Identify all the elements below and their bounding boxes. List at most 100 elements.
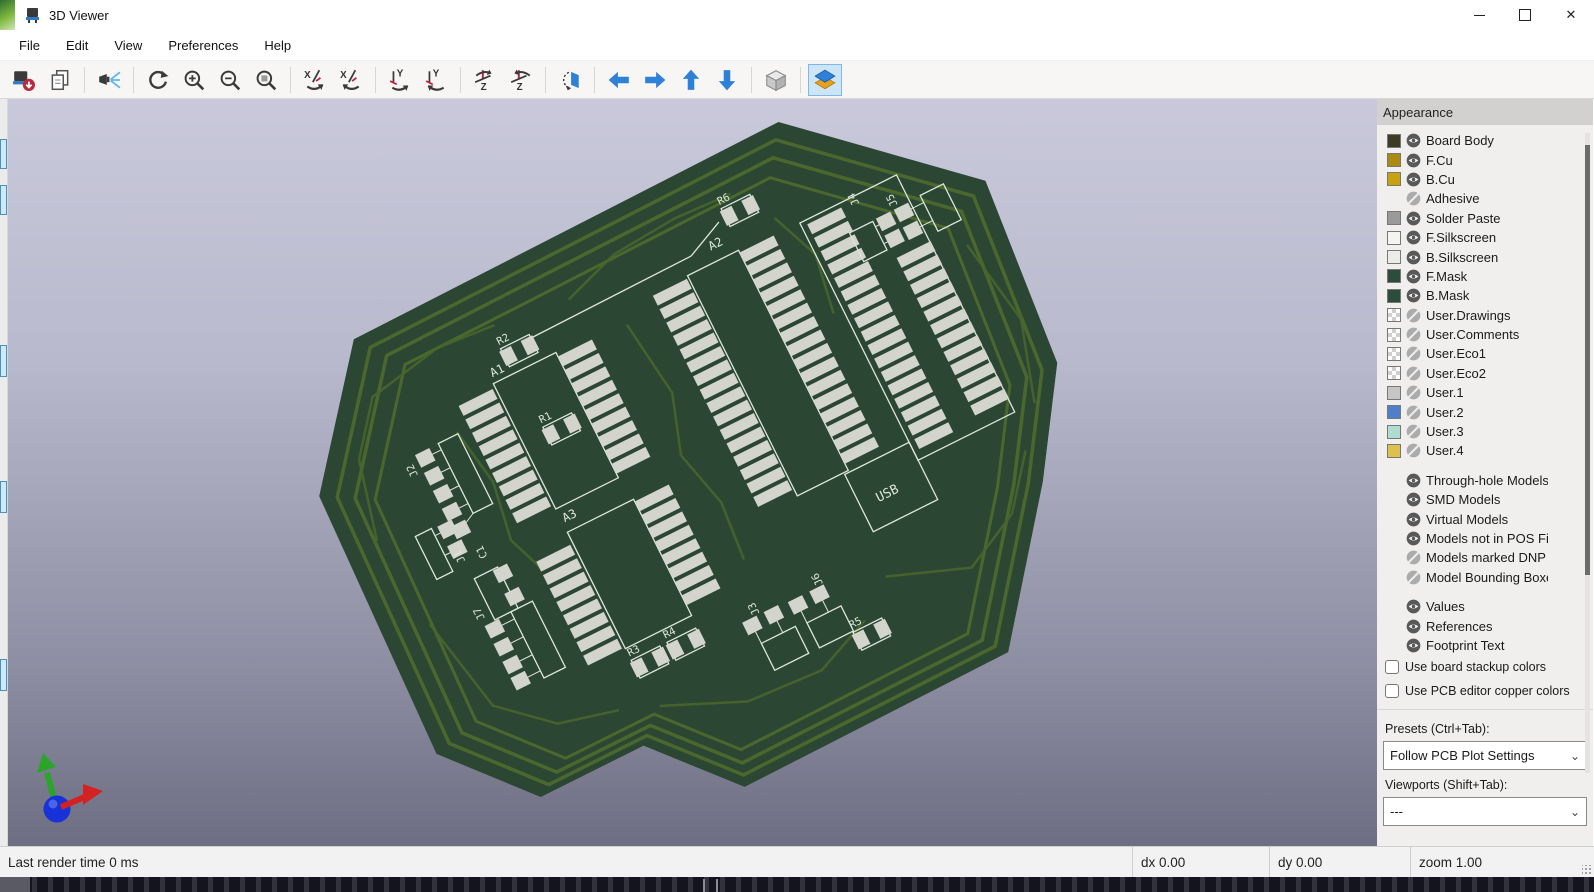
visibility-eye-off-icon[interactable] (1406, 366, 1421, 381)
layer-row[interactable]: F.Cu (1387, 150, 1593, 169)
render-current-view-button[interactable] (92, 64, 126, 96)
layer-row[interactable]: Solder Paste (1387, 209, 1593, 228)
visibility-eye-icon[interactable] (1406, 230, 1421, 245)
visibility-eye-icon[interactable] (1406, 172, 1421, 187)
color-swatch[interactable] (1387, 288, 1401, 303)
flip-board-button[interactable] (553, 64, 587, 96)
visibility-eye-icon[interactable] (1406, 288, 1421, 303)
layer-row[interactable]: User.Eco2 (1387, 364, 1593, 383)
menu-help[interactable]: Help (251, 32, 304, 59)
redraw-button[interactable] (141, 64, 175, 96)
color-swatch[interactable] (1387, 405, 1401, 420)
presets-dropdown[interactable]: Follow PCB Plot Settings ⌄ (1383, 741, 1587, 771)
visibility-eye-off-icon[interactable] (1406, 424, 1421, 439)
checkbox-icon[interactable] (1385, 660, 1399, 675)
visibility-eye-off-icon[interactable] (1406, 443, 1421, 458)
color-swatch[interactable] (1387, 443, 1401, 458)
color-swatch[interactable] (1387, 269, 1401, 284)
layer-row[interactable]: User.2 (1387, 402, 1593, 421)
pan-down-button[interactable] (710, 64, 744, 96)
color-swatch[interactable] (1387, 346, 1401, 361)
color-swatch[interactable] (1387, 211, 1401, 226)
text-option-row[interactable]: Footprint Text (1387, 636, 1593, 655)
layer-row[interactable]: User.4 (1387, 441, 1593, 460)
layer-row[interactable]: Board Body (1387, 131, 1593, 150)
model-option-row[interactable]: Model Bounding Boxes (1387, 568, 1593, 587)
show-layers-button[interactable] (808, 63, 842, 96)
zoom-to-fit-button[interactable] (249, 64, 283, 96)
pan-up-button[interactable] (674, 64, 708, 96)
resize-grip[interactable] (1582, 865, 1592, 875)
panel-scrollbar-thumb[interactable] (1585, 145, 1590, 575)
layer-row[interactable]: User.3 (1387, 422, 1593, 441)
zoom-in-button[interactable] (177, 64, 211, 96)
minimize-button[interactable] (1456, 0, 1502, 30)
rotate-z-ccw-button[interactable]: Z (504, 64, 538, 96)
visibility-eye-icon[interactable] (1406, 492, 1421, 507)
visibility-eye-off-icon[interactable] (1406, 550, 1421, 565)
layer-row[interactable]: User.Eco1 (1387, 344, 1593, 363)
visibility-eye-icon[interactable] (1406, 250, 1421, 265)
model-option-row[interactable]: Models not in POS File (1387, 529, 1593, 548)
rotate-y-ccw-button[interactable]: Y (419, 64, 453, 96)
color-swatch[interactable] (1387, 230, 1401, 245)
layer-row[interactable]: User.Drawings (1387, 306, 1593, 325)
rotate-x-ccw-button[interactable]: X (334, 64, 368, 96)
viewports-dropdown[interactable]: --- ⌄ (1383, 797, 1587, 827)
rotate-z-cw-button[interactable]: Z (468, 64, 502, 96)
visibility-eye-off-icon[interactable] (1406, 327, 1421, 342)
rotate-x-cw-button[interactable]: X (298, 64, 332, 96)
layer-row[interactable]: B.Mask (1387, 286, 1593, 305)
layer-row[interactable]: User.1 (1387, 383, 1593, 402)
visibility-eye-off-icon[interactable] (1406, 308, 1421, 323)
visibility-eye-icon[interactable] (1406, 638, 1421, 653)
menu-edit[interactable]: Edit (53, 32, 101, 59)
text-option-row[interactable]: References (1387, 616, 1593, 635)
visibility-eye-off-icon[interactable] (1406, 385, 1421, 400)
layer-row[interactable]: F.Mask (1387, 267, 1593, 286)
layer-row[interactable]: B.Cu (1387, 170, 1593, 189)
visibility-eye-icon[interactable] (1406, 531, 1421, 546)
visibility-eye-icon[interactable] (1406, 512, 1421, 527)
color-swatch[interactable] (1387, 366, 1401, 381)
layer-row[interactable]: User.Comments (1387, 325, 1593, 344)
pan-left-button[interactable] (602, 64, 636, 96)
zoom-out-button[interactable] (213, 64, 247, 96)
visibility-eye-off-icon[interactable] (1406, 191, 1421, 206)
visibility-eye-off-icon[interactable] (1406, 570, 1421, 585)
rotate-y-cw-button[interactable]: Y (383, 64, 417, 96)
model-option-row[interactable]: SMD Models (1387, 490, 1593, 509)
3d-viewport[interactable]: A1 A3 A2 R1 R2 R3 R4 R5 R6 J2 J1 C1 J7 J3 J6 J4 J5 USB (8, 99, 1377, 846)
text-option-row[interactable]: Values (1387, 597, 1593, 616)
use-pcb-editor-copper-colors-row[interactable]: Use PCB editor copper colors (1377, 679, 1593, 703)
pan-right-button[interactable] (638, 64, 672, 96)
reload-board-button[interactable] (7, 64, 41, 96)
layer-row[interactable]: B.Silkscreen (1387, 247, 1593, 266)
color-swatch[interactable] (1387, 133, 1401, 148)
orthographic-view-button[interactable] (759, 64, 793, 96)
visibility-eye-icon[interactable] (1406, 211, 1421, 226)
menu-preferences[interactable]: Preferences (155, 32, 251, 59)
color-swatch[interactable] (1387, 424, 1401, 439)
visibility-eye-off-icon[interactable] (1406, 405, 1421, 420)
visibility-eye-icon[interactable] (1406, 153, 1421, 168)
panel-scrollbar[interactable] (1585, 133, 1590, 773)
model-option-row[interactable]: Virtual Models (1387, 509, 1593, 528)
color-swatch[interactable] (1387, 385, 1401, 400)
color-swatch[interactable] (1387, 153, 1401, 168)
copy-image-button[interactable] (43, 64, 77, 96)
color-swatch[interactable] (1387, 308, 1401, 323)
visibility-eye-icon[interactable] (1406, 133, 1421, 148)
color-swatch[interactable] (1387, 250, 1401, 265)
layer-row[interactable]: Adhesive (1387, 189, 1593, 208)
use-board-stackup-colors-row[interactable]: Use board stackup colors (1377, 655, 1593, 679)
color-swatch[interactable] (1387, 327, 1401, 342)
menu-view[interactable]: View (101, 32, 155, 59)
checkbox-icon[interactable] (1385, 684, 1399, 699)
visibility-eye-icon[interactable] (1406, 473, 1421, 488)
close-button[interactable]: ✕ (1548, 0, 1594, 30)
visibility-eye-icon[interactable] (1406, 599, 1421, 614)
layer-row[interactable]: F.Silkscreen (1387, 228, 1593, 247)
visibility-eye-off-icon[interactable] (1406, 346, 1421, 361)
maximize-button[interactable] (1502, 0, 1548, 30)
